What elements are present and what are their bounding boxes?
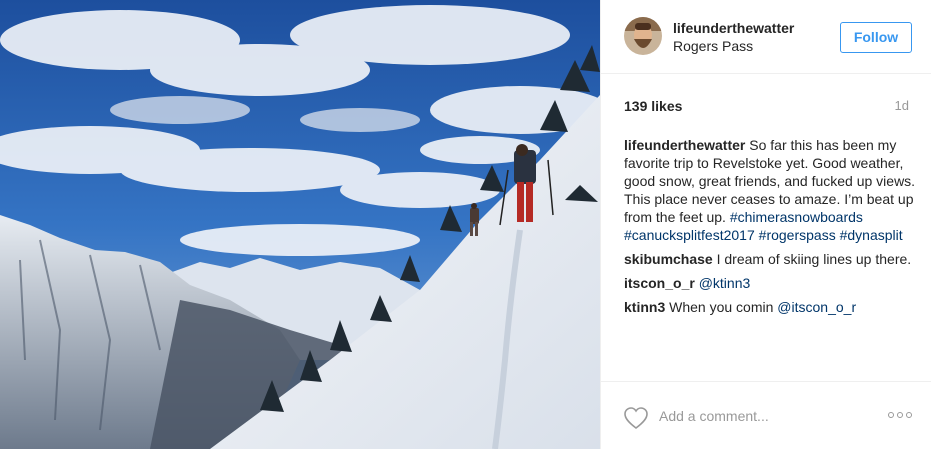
post-header: lifeunderthewatter Rogers Pass Follow [601,0,931,74]
dot-icon [906,412,912,418]
more-options-icon[interactable] [888,412,912,420]
heart-outline-icon[interactable] [623,406,649,430]
dot-icon [897,412,903,418]
add-comment-input[interactable]: Add a comment... [659,408,769,424]
post-sidebar: lifeunderthewatter Rogers Pass Follow 13… [600,0,931,449]
post-photo[interactable] [0,0,600,449]
comment-item: skibumchase I dream of skiing lines up t… [624,250,916,268]
post-username[interactable]: lifeunderthewatter [673,20,794,36]
comment-username[interactable]: ktinn3 [624,299,665,315]
comment-mention[interactable]: @ktinn3 [699,275,751,291]
follow-button[interactable]: Follow [840,22,912,53]
post-footer: Add a comment... [601,381,931,449]
comment-item: itscon_o_r @ktinn3 [624,274,916,292]
hashtag[interactable]: #canucksplitfest2017 [624,227,755,243]
like-count[interactable]: 139 likes [624,98,682,114]
comment-mention[interactable]: @itscon_o_r [777,299,856,315]
hashtag[interactable]: #dynasplit [840,227,903,243]
hashtag[interactable]: #rogerspass [759,227,836,243]
comment-username[interactable]: itscon_o_r [624,275,695,291]
comment-item: ktinn3 When you comin @itscon_o_r [624,298,916,316]
comment-list: lifeunderthewatter So far this has been … [624,136,916,322]
caption: lifeunderthewatter So far this has been … [624,136,916,244]
comment-text: I dream of skiing lines up there. [716,251,912,267]
instagram-post: lifeunderthewatter Rogers Pass Follow 13… [0,0,931,449]
comment-text: When you comin [669,299,774,315]
post-location[interactable]: Rogers Pass [673,38,753,54]
comment-username[interactable]: skibumchase [624,251,713,267]
caption-username[interactable]: lifeunderthewatter [624,137,745,153]
post-time: 1d [894,98,909,113]
hashtag[interactable]: #chimerasnowboards [730,209,863,225]
avatar[interactable] [624,17,662,55]
dot-icon [888,412,894,418]
